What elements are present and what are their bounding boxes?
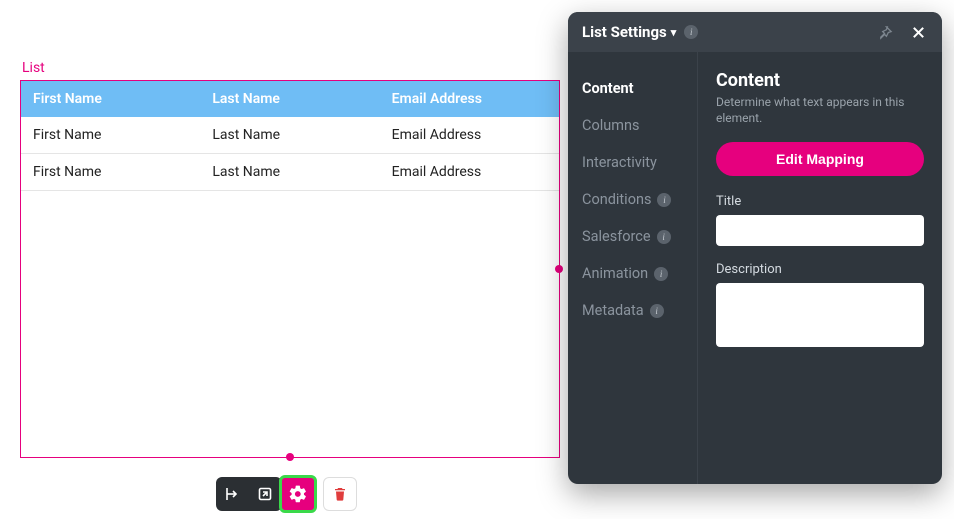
info-icon: i [657, 193, 671, 207]
nav-item-label: Conditions [582, 191, 651, 208]
info-icon: i [657, 230, 671, 244]
nav-item-label: Metadata [582, 302, 644, 319]
list-header-cell: Last Name [200, 81, 379, 117]
toolbar-dark-group [216, 477, 282, 511]
list-cell: Last Name [200, 154, 379, 190]
nav-item-label: Animation [582, 265, 648, 282]
nav-item-animation[interactable]: Animation i [582, 255, 691, 292]
delete-button[interactable] [323, 477, 357, 511]
list-header-cell: First Name [21, 81, 200, 117]
align-left-icon[interactable] [222, 483, 244, 505]
info-icon: i [650, 304, 664, 318]
selection-handle-bottom[interactable] [286, 453, 294, 461]
settings-button[interactable] [279, 475, 317, 513]
nav-item-label: Interactivity [582, 154, 657, 171]
panel-body: Content Columns Interactivity Conditions… [568, 52, 942, 484]
close-button[interactable] [908, 22, 928, 42]
selection-handle-right[interactable] [555, 265, 563, 273]
info-icon[interactable]: i [684, 25, 698, 39]
nav-item-salesforce[interactable]: Salesforce i [582, 218, 691, 255]
list-row: First Name Last Name Email Address [21, 154, 559, 191]
panel-content: Content Determine what text appears in t… [698, 52, 942, 484]
list-header-row: First Name Last Name Email Address [21, 81, 559, 117]
title-input[interactable] [716, 215, 924, 246]
section-heading: Content [716, 70, 924, 91]
element-toolbar [216, 475, 357, 513]
list-cell: First Name [21, 117, 200, 153]
description-input[interactable] [716, 283, 924, 347]
nav-item-label: Columns [582, 117, 639, 134]
panel-title-dropdown[interactable]: List Settings ▾ [582, 23, 676, 41]
nav-item-columns[interactable]: Columns [582, 107, 691, 144]
nav-item-conditions[interactable]: Conditions i [582, 181, 691, 218]
trash-icon [332, 486, 348, 502]
nav-item-content[interactable]: Content [582, 70, 691, 107]
list-cell: Email Address [380, 154, 559, 190]
list-cell: First Name [21, 154, 200, 190]
title-label: Title [716, 194, 924, 209]
list-cell: Last Name [200, 117, 379, 153]
list-label: List [20, 60, 560, 76]
edit-mapping-button[interactable]: Edit Mapping [716, 142, 924, 176]
open-external-icon[interactable] [254, 483, 276, 505]
nav-item-label: Content [582, 80, 634, 97]
nav-item-label: Salesforce [582, 228, 651, 245]
panel-title-text: List Settings [582, 23, 667, 41]
panel-nav: Content Columns Interactivity Conditions… [568, 52, 698, 484]
settings-panel: List Settings ▾ i Content Columns I [568, 12, 942, 484]
list-frame[interactable]: First Name Last Name Email Address First… [20, 80, 560, 458]
chevron-down-icon: ▾ [671, 26, 677, 39]
gear-icon [288, 484, 308, 504]
pin-icon[interactable] [876, 23, 894, 41]
list-cell: Email Address [380, 117, 559, 153]
nav-item-metadata[interactable]: Metadata i [582, 292, 691, 329]
nav-item-interactivity[interactable]: Interactivity [582, 144, 691, 181]
list-row: First Name Last Name Email Address [21, 117, 559, 154]
close-icon [911, 25, 926, 40]
section-subtext: Determine what text appears in this elem… [716, 95, 924, 126]
canvas-list-area: List First Name Last Name Email Address … [20, 60, 560, 458]
description-label: Description [716, 262, 924, 277]
panel-header: List Settings ▾ i [568, 12, 942, 52]
list-header-cell: Email Address [380, 81, 559, 117]
info-icon: i [654, 267, 668, 281]
